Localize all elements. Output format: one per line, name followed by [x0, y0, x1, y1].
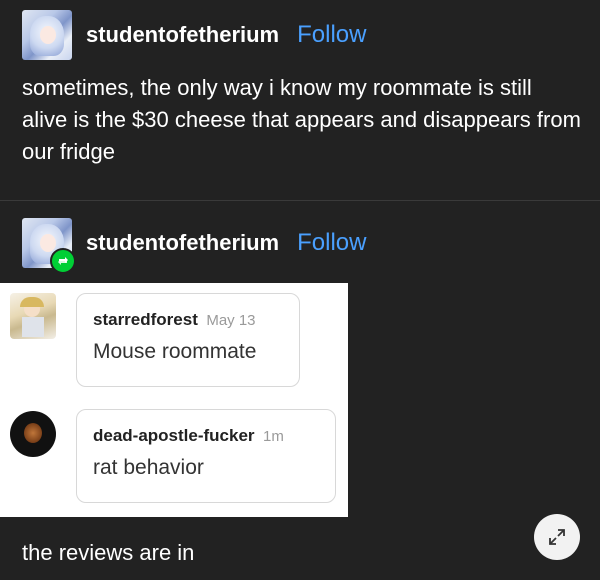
expand-button[interactable]: [534, 514, 580, 560]
reblog-icon: [50, 248, 76, 274]
comment-bubble: starredforest May 13 Mouse roommate: [76, 293, 300, 387]
comment-screenshot: starredforest May 13 Mouse roommate dead…: [0, 283, 348, 517]
comment-author[interactable]: starredforest: [93, 310, 198, 329]
comment-text: rat behavior: [93, 456, 204, 479]
comment-time: 1m: [263, 428, 284, 445]
follow-button[interactable]: Follow: [297, 21, 366, 49]
reblog-follow-button[interactable]: Follow: [297, 229, 366, 257]
comment-time: May 13: [206, 312, 256, 329]
comment-bubble: dead-apostle-fucker 1m rat behavior: [76, 409, 336, 503]
post-header: studentofetherium Follow: [22, 10, 366, 60]
comment-author[interactable]: dead-apostle-fucker: [93, 426, 255, 445]
user-avatar[interactable]: [22, 10, 72, 60]
post-username[interactable]: studentofetherium: [86, 22, 279, 48]
reblog-header: studentofetherium Follow: [22, 218, 366, 274]
reblog-caption: the reviews are in: [22, 540, 195, 565]
comment-avatar-dead-apostle: [10, 411, 56, 457]
post-divider: [0, 200, 600, 201]
reblog-user-avatar[interactable]: [22, 218, 76, 274]
reblog-username[interactable]: studentofetherium: [86, 230, 279, 256]
avatar-face: [40, 26, 56, 44]
avatar-face: [40, 234, 56, 252]
comment-text: Mouse roommate: [93, 340, 257, 363]
expand-icon: [549, 529, 565, 545]
post-body-text: sometimes, the only way i know my roomma…: [22, 75, 581, 164]
comment-avatar-starredforest: [10, 293, 56, 339]
